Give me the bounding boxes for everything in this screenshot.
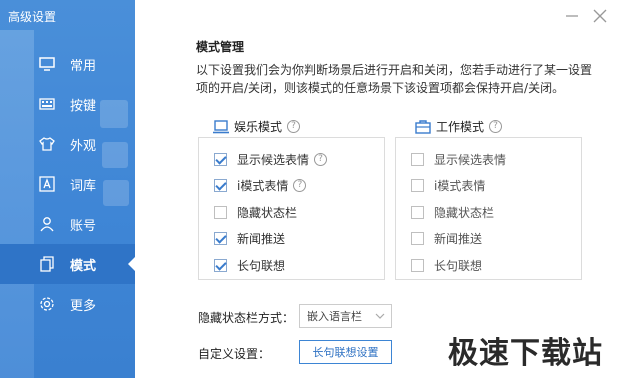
minimize-button[interactable] xyxy=(560,6,584,26)
sidebar-item-look[interactable]: 外观 xyxy=(0,124,135,164)
checkbox[interactable] xyxy=(411,152,424,166)
entertainment-option-hide-statusbar[interactable]: 隐藏状态栏 xyxy=(214,199,384,226)
close-icon xyxy=(593,9,607,23)
checkbox[interactable] xyxy=(214,232,227,246)
sidebar-item-label: 外观 xyxy=(70,138,97,154)
person-icon xyxy=(38,215,56,233)
laptop-icon xyxy=(212,119,230,135)
custom-settings-label: 自定义设置： xyxy=(198,347,271,361)
work-option-news-push[interactable]: 新闻推送 xyxy=(411,226,581,253)
sidebar-item-label: 账号 xyxy=(70,218,97,234)
window-title: 高级设置 xyxy=(8,10,57,24)
option-label: 显示候选表情 xyxy=(434,152,507,167)
work-mode-header: 工作模式 ? xyxy=(414,118,503,135)
option-label: 新闻推送 xyxy=(237,232,286,247)
sidebar-item-label: 模式 xyxy=(70,258,97,274)
entertainment-option-candidate-emoji[interactable]: 显示候选表情 ? xyxy=(214,146,384,173)
sidebar-item-keys[interactable]: 按键 xyxy=(0,84,135,124)
entertainment-options: 显示候选表情 ? i模式表情 ? 隐藏状态栏 新闻推送 长句联想 xyxy=(198,137,385,280)
long-sentence-settings-button[interactable]: 长句联想设置 xyxy=(299,340,392,364)
help-icon[interactable]: ? xyxy=(489,120,503,133)
option-label: 长句联想 xyxy=(434,258,483,273)
gear-icon xyxy=(38,295,56,313)
help-icon[interactable]: ? xyxy=(314,152,328,166)
checkbox[interactable] xyxy=(214,179,227,193)
option-label: 隐藏状态栏 xyxy=(237,205,298,220)
entertainment-mode-header: 娱乐模式 ? xyxy=(212,118,301,135)
sidebar-item-mode[interactable]: 模式 xyxy=(0,244,135,284)
watermark: 极速下载站 xyxy=(448,336,603,371)
checkbox[interactable] xyxy=(214,258,227,272)
letter-a-icon xyxy=(38,175,56,193)
checkbox[interactable] xyxy=(214,152,227,166)
option-label: i模式表情 xyxy=(434,179,486,194)
close-button[interactable] xyxy=(588,6,612,26)
sidebar-item-common[interactable]: 常用 xyxy=(0,44,135,84)
minimize-icon xyxy=(566,15,578,17)
entertainment-option-i-mode-emoji[interactable]: i模式表情 ? xyxy=(214,173,384,200)
help-icon[interactable]: ? xyxy=(293,179,307,193)
sidebar-item-label: 更多 xyxy=(70,298,97,314)
work-option-hide-statusbar[interactable]: 隐藏状态栏 xyxy=(411,199,581,226)
option-label: 长句联想 xyxy=(237,258,286,273)
work-option-long-sentence[interactable]: 长句联想 xyxy=(411,252,581,279)
shirt-icon xyxy=(38,135,56,153)
briefcase-icon xyxy=(414,119,432,135)
statusbar-mode-select[interactable]: 嵌入语言栏 xyxy=(299,304,392,328)
sidebar-item-account[interactable]: 账号 xyxy=(0,204,135,244)
entertainment-option-news-push[interactable]: 新闻推送 xyxy=(214,226,384,253)
chevron-down-icon xyxy=(375,313,385,319)
checkbox[interactable] xyxy=(411,179,424,193)
entertainment-mode-title: 娱乐模式 xyxy=(234,120,283,134)
option-label: 隐藏状态栏 xyxy=(434,205,495,220)
option-label: i模式表情 xyxy=(237,179,289,194)
work-mode-title: 工作模式 xyxy=(436,120,485,134)
help-icon[interactable]: ? xyxy=(287,120,301,133)
work-option-candidate-emoji[interactable]: 显示候选表情 xyxy=(411,146,581,173)
checkbox[interactable] xyxy=(411,258,424,272)
sidebar-nav: 常用 按键 外观 词库 账号 模式 更多 xyxy=(0,44,135,324)
sidebar: 高级设置 常用 按键 外观 词库 账号 模式 更多 xyxy=(0,0,135,378)
select-value: 嵌入语言栏 xyxy=(307,310,362,323)
option-label: 显示候选表情 xyxy=(237,152,310,167)
section-description: 以下设置我们会为你判断场景后进行开启和关闭，您若手动进行了某一设置项的开启/关闭… xyxy=(196,63,593,95)
keyboard-icon xyxy=(38,95,56,113)
entertainment-option-long-sentence[interactable]: 长句联想 xyxy=(214,252,384,279)
sidebar-item-more[interactable]: 更多 xyxy=(0,284,135,324)
option-label: 新闻推送 xyxy=(434,232,483,247)
section-title: 模式管理 xyxy=(196,40,245,54)
checkbox[interactable] xyxy=(411,232,424,246)
copy-icon xyxy=(38,255,56,273)
checkbox[interactable] xyxy=(411,205,424,219)
monitor-icon xyxy=(38,55,56,73)
sidebar-item-label: 词库 xyxy=(70,178,97,194)
sidebar-item-lexicon[interactable]: 词库 xyxy=(0,164,135,204)
statusbar-mode-label: 隐藏状态栏方式： xyxy=(198,311,295,325)
checkbox[interactable] xyxy=(214,205,227,219)
sidebar-item-label: 按键 xyxy=(70,98,97,114)
sidebar-item-label: 常用 xyxy=(70,58,97,74)
work-options: 显示候选表情 i模式表情 隐藏状态栏 新闻推送 长句联想 xyxy=(395,137,582,280)
work-option-i-mode-emoji[interactable]: i模式表情 xyxy=(411,173,581,200)
mode-management-section: 模式管理 以下设置我们会为你判断场景后进行开启和关闭，您若手动进行了某一设置项的… xyxy=(196,38,620,97)
